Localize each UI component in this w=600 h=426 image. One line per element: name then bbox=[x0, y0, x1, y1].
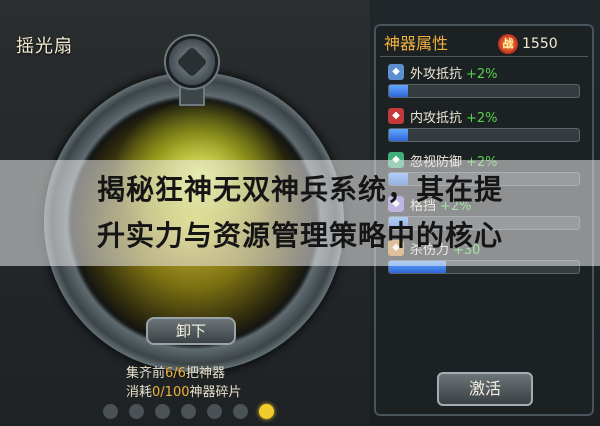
banner-line-2: 升实力与资源管理策略中的核心 bbox=[96, 219, 503, 252]
consume-suffix: 神器碎片 bbox=[189, 385, 242, 400]
consume-prefix: 消耗 bbox=[126, 385, 153, 400]
page-dot[interactable] bbox=[207, 404, 222, 419]
power-value: 1550 bbox=[522, 36, 558, 52]
page-dot[interactable] bbox=[155, 404, 170, 419]
stat-bonus: +2% bbox=[466, 111, 498, 126]
page-dot[interactable] bbox=[259, 404, 274, 419]
stat-progress-bar bbox=[388, 128, 580, 142]
page-dot[interactable] bbox=[129, 404, 144, 419]
unequip-button[interactable]: 卸下 bbox=[146, 317, 236, 345]
stat-label: 内攻抵抗 +2% bbox=[410, 107, 498, 126]
stat-progress-fill bbox=[389, 85, 408, 97]
emblem-core bbox=[176, 46, 208, 78]
page-dot[interactable] bbox=[103, 404, 118, 419]
consume-count: 0/100 bbox=[152, 385, 190, 400]
collect-requirement: 集齐前6/6把神器 bbox=[126, 362, 225, 381]
stat-name: 外攻抵抗 bbox=[410, 67, 463, 82]
consume-requirement: 消耗0/100神器碎片 bbox=[126, 381, 242, 400]
stat-bonus: +2% bbox=[466, 67, 498, 82]
stat-row: ◆ 内攻抵抗 +2% bbox=[388, 108, 580, 148]
stat-progress-bar bbox=[388, 84, 580, 98]
activate-button[interactable]: 激活 bbox=[437, 372, 533, 406]
collect-suffix: 把神器 bbox=[185, 366, 225, 381]
page-dot[interactable] bbox=[181, 404, 196, 419]
stat-name: 内攻抵抗 bbox=[410, 111, 463, 126]
stat-progress-fill bbox=[389, 129, 408, 141]
weapon-name: 摇光扇 bbox=[16, 36, 73, 57]
power-icon: 战 bbox=[498, 34, 518, 54]
banner-line-1: 揭秘狂神无双神兵系统，其在提 bbox=[96, 173, 503, 206]
collect-count: 6/6 bbox=[165, 366, 186, 381]
shield-icon: ◆ bbox=[388, 64, 404, 80]
panel-divider bbox=[380, 56, 588, 57]
stat-row: ◆ 外攻抵抗 +2% bbox=[388, 64, 580, 104]
weapon-emblem-icon bbox=[166, 36, 218, 88]
panel-title: 神器属性 bbox=[384, 34, 449, 53]
page-indicator bbox=[103, 404, 283, 420]
stat-label: 外攻抵抗 +2% bbox=[410, 63, 498, 82]
cross-icon: ◆ bbox=[388, 108, 404, 124]
page-dot[interactable] bbox=[233, 404, 248, 419]
collect-prefix: 集齐前 bbox=[126, 366, 166, 381]
